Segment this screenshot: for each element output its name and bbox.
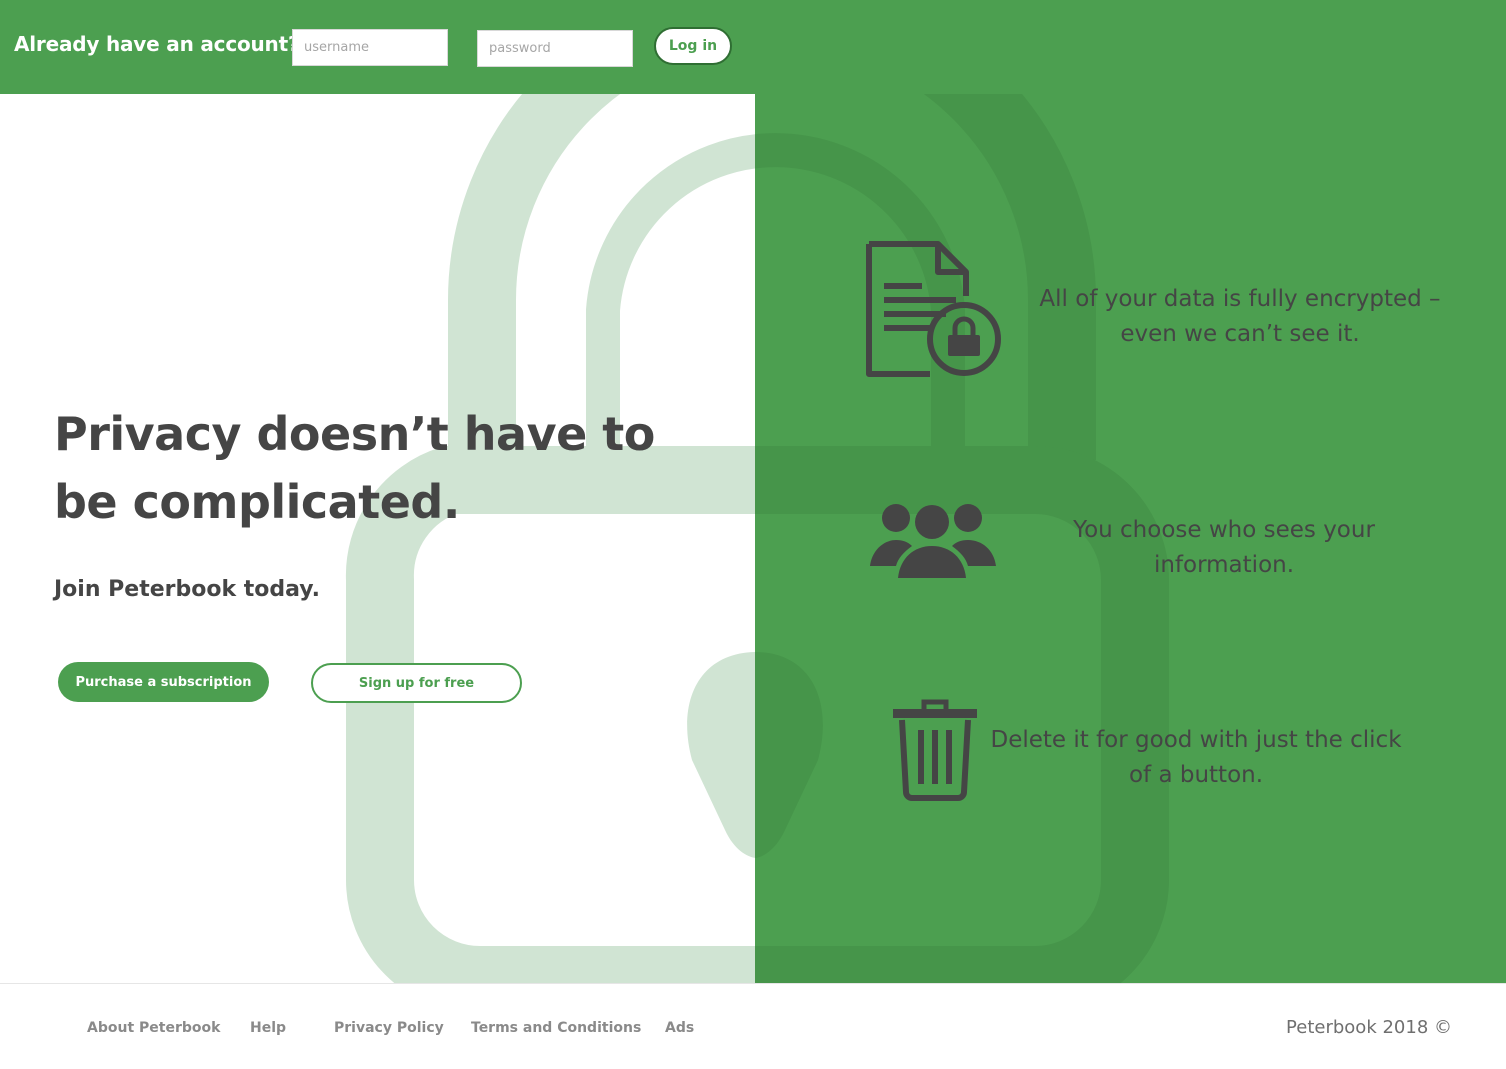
- feature-delete-text: Delete it for good with just the click o…: [990, 727, 1402, 788]
- hero-title: Privacy doesn’t have to be complicated.: [54, 407, 655, 529]
- footer-link-privacy-policy[interactable]: Privacy Policy: [334, 1020, 444, 1036]
- footer-link-terms[interactable]: Terms and Conditions: [471, 1020, 641, 1036]
- username-input[interactable]: [292, 29, 448, 66]
- footer-link-ads[interactable]: Ads: [665, 1020, 694, 1036]
- hero-subtitle: Join Peterbook today.: [54, 577, 320, 602]
- password-input[interactable]: [477, 30, 633, 67]
- sign-up-free-button[interactable]: Sign up for free: [311, 663, 522, 703]
- footer-link-about[interactable]: About Peterbook: [87, 1020, 220, 1036]
- top-bar: Already have an account? Log in: [0, 0, 1506, 94]
- login-button[interactable]: Log in: [654, 27, 732, 65]
- landing-page: Already have an account? Log in Privacy …: [0, 0, 1506, 1069]
- login-prompt: Already have an account?: [14, 32, 300, 56]
- footer-link-help[interactable]: Help: [250, 1020, 286, 1036]
- left-panel: [0, 94, 755, 983]
- footer: About Peterbook Help Privacy Policy Term…: [0, 983, 1506, 1069]
- people-group-icon: [870, 504, 996, 578]
- feature-sharing-text: You choose who sees your information.: [1073, 517, 1375, 578]
- encrypted-document-icon: [866, 241, 1001, 377]
- copyright-text: Peterbook 2018 ©: [1286, 1017, 1452, 1038]
- feature-encrypted-text: All of your data is fully encrypted – ev…: [1039, 286, 1441, 347]
- trash-can-icon: [893, 699, 977, 801]
- right-panel: [755, 0, 1506, 983]
- purchase-subscription-button[interactable]: Purchase a subscription: [58, 662, 269, 702]
